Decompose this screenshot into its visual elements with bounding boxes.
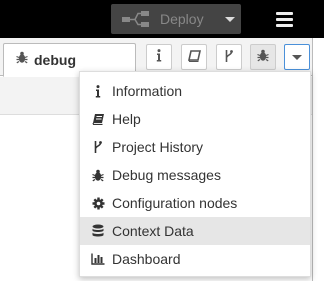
menu-item-information[interactable]: Information: [80, 77, 310, 105]
menu-item-label: Information: [112, 83, 183, 99]
sidebar-tab-menu: Information Help Project History Debug m…: [79, 71, 311, 277]
deploy-dropdown-chevron-icon[interactable]: [219, 4, 241, 34]
info-icon: [90, 83, 106, 99]
menu-item-label: Help: [112, 111, 141, 127]
tab-debug-label: debug: [34, 52, 76, 68]
deploy-button[interactable]: Deploy: [111, 4, 241, 34]
deploy-main[interactable]: Deploy: [111, 4, 219, 34]
menu-item-label: Context Data: [112, 223, 194, 239]
tab-button-more[interactable]: [284, 44, 310, 70]
bar-chart-icon: [90, 251, 106, 267]
deploy-icon: [121, 10, 151, 28]
deploy-label: Deploy: [160, 11, 204, 27]
menu-item-label: Dashboard: [112, 251, 181, 267]
book-icon: [90, 111, 106, 127]
menu-item-debug-messages[interactable]: Debug messages: [80, 161, 310, 189]
menu-item-label: Configuration nodes: [112, 195, 238, 211]
chevron-down-icon: [292, 54, 302, 60]
tab-button-project-history[interactable]: [216, 44, 242, 70]
bug-icon: [90, 167, 106, 183]
header-bar: Deploy: [0, 0, 324, 38]
tab-button-help[interactable]: [181, 44, 207, 70]
gear-icon: [90, 195, 106, 211]
book-icon: [187, 49, 201, 65]
info-icon: [156, 49, 162, 65]
menu-item-help[interactable]: Help: [80, 105, 310, 133]
menu-item-context-data[interactable]: Context Data: [80, 217, 310, 245]
tab-button-debug[interactable]: [250, 44, 276, 70]
menu-item-label: Debug messages: [112, 167, 221, 183]
tab-button-info[interactable]: [146, 44, 172, 70]
app-window: Deploy debug Information Help Project Hi…: [0, 0, 324, 281]
database-icon: [90, 223, 106, 239]
branch-icon: [90, 139, 106, 155]
menu-item-configuration-nodes[interactable]: Configuration nodes: [80, 189, 310, 217]
bug-icon: [16, 51, 28, 69]
bug-icon: [257, 49, 269, 65]
menu-item-dashboard[interactable]: Dashboard: [80, 245, 310, 273]
hamburger-icon[interactable]: [266, 4, 302, 34]
menu-item-label: Project History: [112, 139, 204, 155]
menu-item-project-history[interactable]: Project History: [80, 133, 310, 161]
branch-icon: [224, 49, 234, 66]
sidebar-divider: [312, 38, 313, 281]
